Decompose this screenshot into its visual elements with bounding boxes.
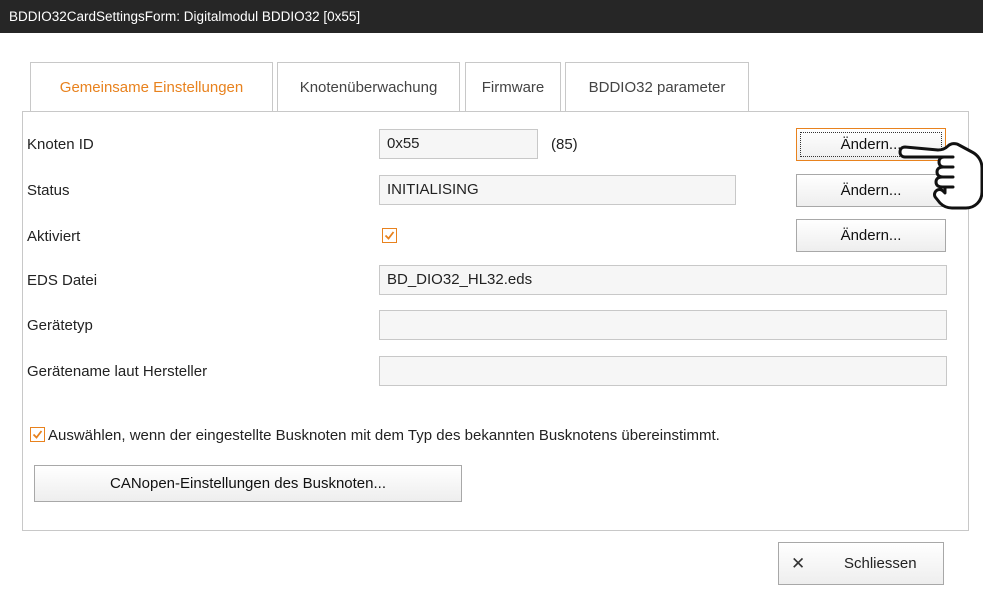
- device-type-label: Gerätetyp: [27, 317, 93, 334]
- close-icon: ✕: [791, 554, 806, 573]
- close-button[interactable]: ✕ Schliessen: [778, 542, 944, 585]
- check-icon: [384, 231, 395, 240]
- status-field[interactable]: INITIALISING: [379, 175, 736, 205]
- pointing-hand-icon: [898, 142, 983, 210]
- eds-file-label: EDS Datei: [27, 272, 98, 289]
- activated-label: Aktiviert: [27, 228, 81, 245]
- node-id-label: Knoten ID: [27, 136, 94, 153]
- device-type-field[interactable]: [379, 310, 947, 340]
- check-icon: [32, 430, 43, 439]
- eds-file-field[interactable]: BD_DIO32_HL32.eds: [379, 265, 947, 295]
- node-id-field[interactable]: 0x55: [379, 129, 538, 159]
- tab-bddio32-parameter[interactable]: BDDIO32 parameter: [565, 62, 749, 112]
- tab-gemeinsame-einstellungen[interactable]: Gemeinsame Einstellungen: [30, 62, 273, 113]
- window-title: BDDIO32CardSettingsForm: Digitalmodul BD…: [0, 0, 983, 33]
- tab-knotenueberwachung[interactable]: Knotenüberwachung: [277, 62, 460, 112]
- node-id-decimal: (85): [551, 136, 578, 153]
- match-checkbox-label: Auswählen, wenn der eingestellte Busknot…: [48, 427, 720, 444]
- match-checkbox[interactable]: [30, 427, 45, 442]
- activated-checkbox[interactable]: [382, 228, 397, 243]
- change-activated-button[interactable]: Ändern...: [796, 219, 946, 252]
- status-label: Status: [27, 182, 70, 199]
- tab-firmware[interactable]: Firmware: [465, 62, 561, 112]
- canopen-settings-button[interactable]: CANopen-Einstellungen des Busknoten...: [34, 465, 462, 502]
- close-button-label: Schliessen: [844, 555, 917, 572]
- device-name-field[interactable]: [379, 356, 947, 386]
- device-name-label: Gerätename laut Hersteller: [27, 363, 208, 380]
